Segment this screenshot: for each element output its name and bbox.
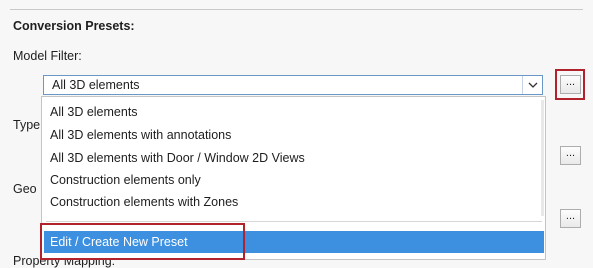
edit-option-highlight bbox=[40, 223, 245, 260]
section-divider bbox=[10, 9, 583, 10]
dropdown-option[interactable]: Construction elements only bbox=[50, 173, 201, 187]
conversion-presets-title: Conversion Presets: bbox=[13, 19, 135, 33]
dropdown-separator bbox=[46, 221, 542, 222]
geometry-label: Geo bbox=[13, 182, 37, 196]
dropdown-option[interactable]: All 3D elements with Door / Window 2D Vi… bbox=[50, 151, 305, 165]
model-filter-select[interactable]: All 3D elements bbox=[43, 75, 543, 95]
model-filter-browse-button[interactable]: ... bbox=[560, 75, 581, 94]
geometry-browse-button[interactable]: ... bbox=[560, 209, 581, 228]
type-browse-button[interactable]: ... bbox=[560, 146, 581, 165]
chevron-down-icon[interactable] bbox=[522, 76, 542, 94]
model-filter-label: Model Filter: bbox=[13, 49, 82, 63]
dropdown-option[interactable]: All 3D elements with annotations bbox=[50, 128, 231, 142]
type-label: Type bbox=[13, 118, 41, 132]
dropdown-scrollbar[interactable] bbox=[541, 100, 544, 216]
model-filter-selected-value: All 3D elements bbox=[52, 78, 140, 92]
dropdown-option[interactable]: All 3D elements bbox=[50, 105, 138, 119]
dropdown-option[interactable]: Construction elements with Zones bbox=[50, 195, 238, 209]
